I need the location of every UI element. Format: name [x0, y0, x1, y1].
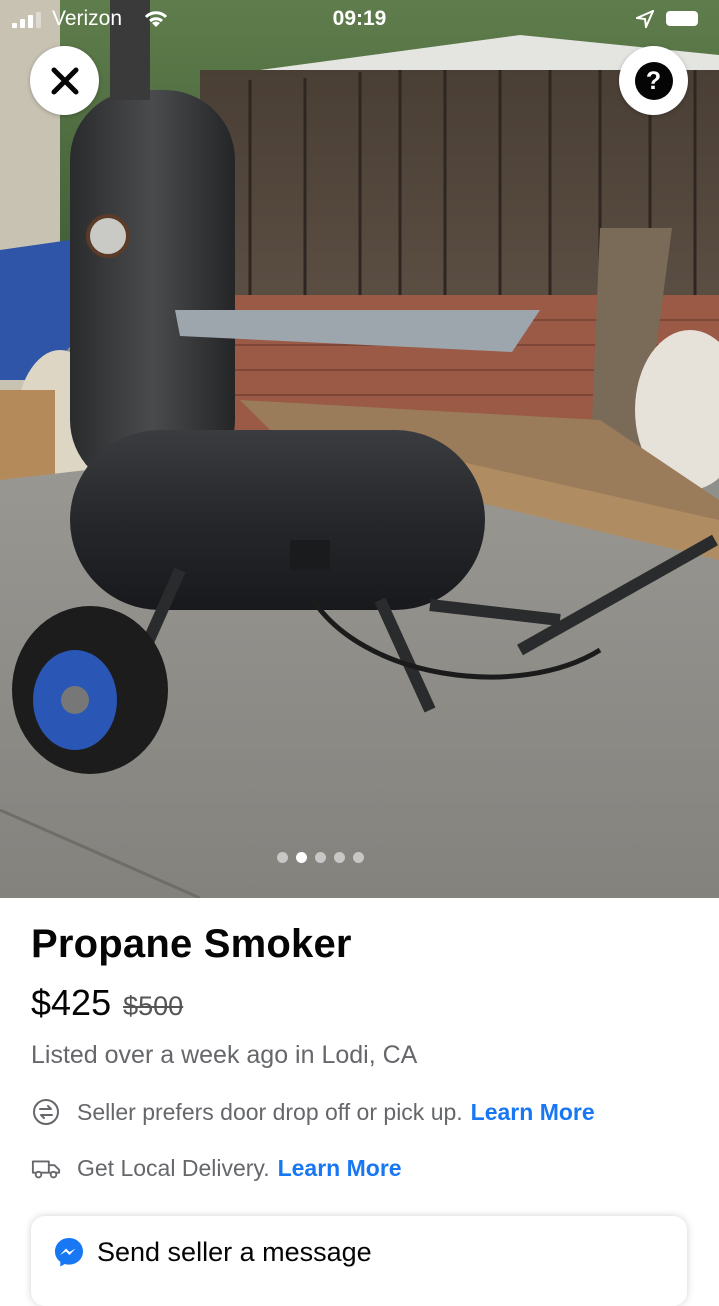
help-button[interactable]: ?	[619, 46, 688, 115]
pickup-preference-text: Seller prefers door drop off or pick up.	[77, 1098, 463, 1125]
price-row: $425 $500	[31, 982, 183, 1024]
carousel-dot-active[interactable]	[296, 852, 307, 863]
local-delivery-text: Get Local Delivery.	[77, 1154, 270, 1181]
swap-arrows-icon	[31, 1097, 61, 1127]
status-time: 09:19	[332, 7, 387, 30]
carousel-dot[interactable]	[315, 852, 326, 863]
pickup-preference-row: Seller prefers door drop off or pick up.…	[31, 1097, 595, 1127]
close-button[interactable]	[30, 46, 99, 115]
send-message-title: Send seller a message	[97, 1236, 372, 1267]
original-price: $500	[123, 991, 184, 1021]
help-icon: ?	[634, 61, 673, 100]
battery-icon	[666, 11, 698, 26]
local-delivery-row: Get Local Delivery. Learn More	[31, 1153, 402, 1183]
send-message-header: Send seller a message	[53, 1236, 372, 1268]
send-message-card[interactable]: Send seller a message	[31, 1216, 687, 1306]
delivery-truck-icon	[31, 1153, 61, 1183]
current-price: $425	[31, 982, 112, 1023]
carousel-dot[interactable]	[334, 852, 345, 863]
carousel-dot[interactable]	[353, 852, 364, 863]
close-icon	[51, 67, 78, 94]
delivery-learn-more-link[interactable]: Learn More	[278, 1155, 402, 1182]
listing-title: Propane Smoker	[31, 922, 352, 966]
smoker-photo-illustration	[0, 0, 719, 898]
messenger-icon	[55, 1238, 83, 1267]
pickup-learn-more-link[interactable]: Learn More	[471, 1099, 595, 1126]
location-arrow-icon	[633, 9, 655, 34]
carousel-dot[interactable]	[277, 852, 288, 863]
carousel-indicator	[0, 852, 719, 863]
status-bar: Verizon 09:19	[0, 0, 719, 40]
listed-time-location: Listed over a week ago in Lodi, CA	[31, 1041, 418, 1069]
listing-photo[interactable]	[0, 0, 719, 898]
